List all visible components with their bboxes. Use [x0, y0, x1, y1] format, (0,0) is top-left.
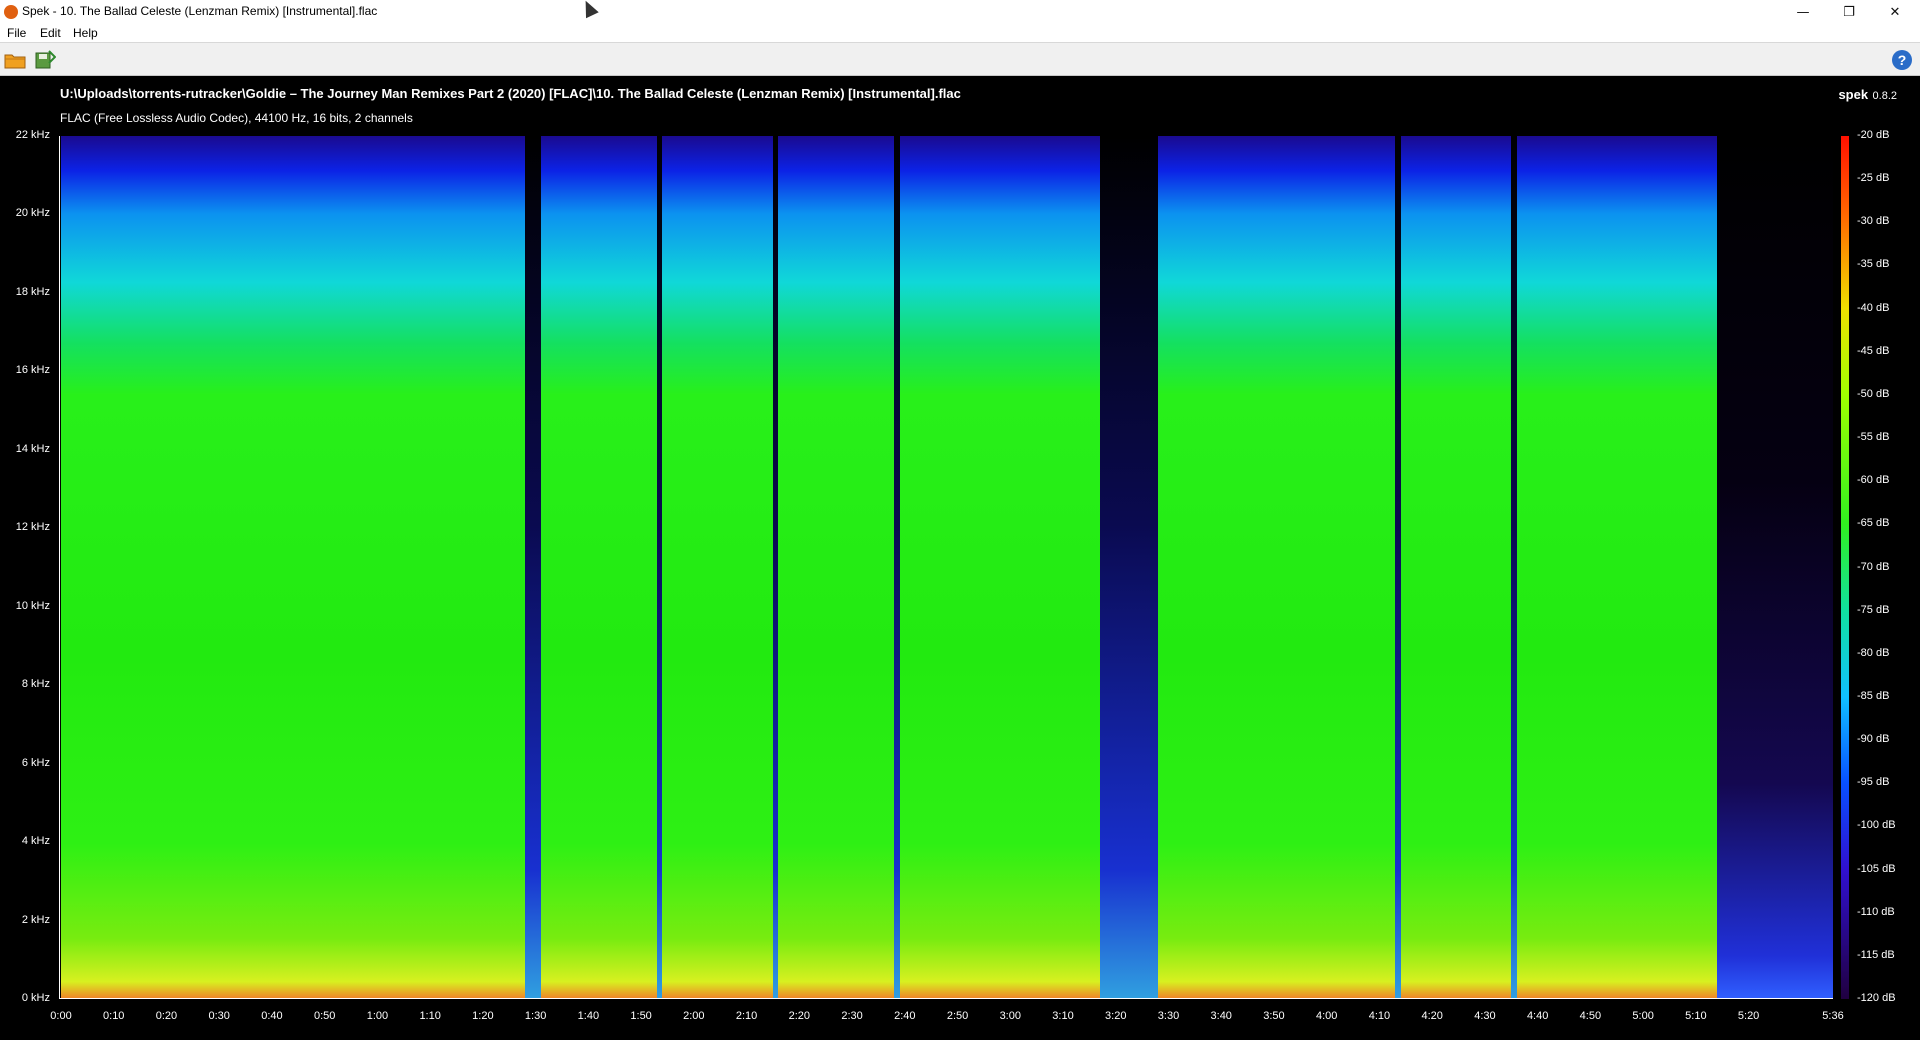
y-tick-label: 8 kHz: [21, 678, 50, 691]
db-tick-label: -115 dB: [1857, 948, 1895, 961]
x-tick-label: 2:40: [894, 1010, 916, 1022]
quiet-gap: [894, 136, 900, 999]
y-tick-label: 6 kHz: [21, 756, 50, 769]
window-title: Spek - 10. The Ballad Celeste (Lenzman R…: [22, 4, 378, 18]
x-tick-label: 0:50: [313, 1010, 336, 1022]
y-tick-label: 0 kHz: [21, 992, 50, 1004]
db-tick-label: -100 dB: [1857, 819, 1896, 832]
x-tick-label: 1:30: [524, 1010, 547, 1022]
menu-help[interactable]: Help: [73, 26, 98, 40]
x-tick-label: 2:10: [735, 1010, 758, 1022]
db-tick-label: -55 dB: [1857, 431, 1890, 444]
menu-edit[interactable]: Edit: [40, 26, 61, 40]
menu-bar: File Edit Help: [0, 24, 1920, 42]
x-tick-label: 5:20: [1737, 1010, 1760, 1022]
db-tick-label: -85 dB: [1857, 689, 1890, 702]
db-tick-label: -30 dB: [1857, 215, 1890, 228]
db-tick-label: -35 dB: [1857, 258, 1890, 271]
y-axis-line: [59, 136, 60, 999]
file-path: U:\Uploads\torrents-rutracker\Goldie – T…: [60, 86, 961, 101]
brand-version: 0.8.2: [1872, 90, 1897, 102]
db-tick-label: -60 dB: [1857, 474, 1890, 487]
title-bar: Spek - 10. The Ballad Celeste (Lenzman R…: [0, 0, 1920, 24]
x-tick-label: 5:10: [1685, 1010, 1707, 1022]
audio-info: FLAC (Free Lossless Audio Codec), 44100 …: [60, 111, 413, 125]
x-tick-label: 3:00: [999, 1010, 1021, 1022]
db-tick-label: -50 dB: [1857, 387, 1890, 400]
db-colorbar: [1841, 136, 1849, 999]
db-tick-label: -20 dB: [1857, 129, 1890, 141]
quiet-gap: [1099, 136, 1158, 999]
db-tick-label: -75 dB: [1857, 603, 1890, 616]
x-tick-label: 5:36: [1822, 1010, 1844, 1022]
quiet-gap: [525, 136, 541, 999]
x-tick-label: 0:30: [208, 1010, 230, 1022]
x-tick-label: 4:30: [1474, 1010, 1496, 1022]
x-tick-label: 4:50: [1579, 1010, 1602, 1022]
x-tick-label: 0:40: [261, 1010, 283, 1022]
x-tick-label: 0:00: [50, 1010, 72, 1022]
x-tick-label: 4:20: [1421, 1010, 1443, 1022]
x-tick-label: 3:10: [1052, 1010, 1074, 1022]
db-tick-label: -80 dB: [1857, 646, 1890, 659]
x-tick-label: 1:10: [419, 1010, 441, 1022]
spek-app-icon: [4, 5, 18, 19]
x-tick-label: 2:30: [841, 1010, 863, 1022]
y-tick-label: 2 kHz: [21, 913, 50, 926]
x-tick-label: 4:40: [1526, 1010, 1549, 1022]
y-tick-label: 22 kHz: [15, 129, 50, 141]
db-tick-label: -90 dB: [1857, 733, 1890, 746]
brand-name: spek: [1838, 87, 1869, 102]
x-tick-label: 5:00: [1632, 1010, 1654, 1022]
spek-brand: spek 0.8.2: [1838, 86, 1897, 104]
quiet-gap: [656, 136, 663, 999]
y-tick-label: 4 kHz: [21, 835, 50, 848]
x-tick-label: 1:40: [577, 1010, 600, 1022]
open-file-icon[interactable]: [4, 50, 26, 70]
menu-file[interactable]: File: [7, 26, 26, 40]
minimize-button[interactable]: —: [1780, 0, 1826, 24]
quiet-gap: [772, 136, 779, 999]
y-tick-label: 14 kHz: [15, 442, 50, 455]
x-tick-label: 3:50: [1263, 1010, 1285, 1022]
spectrogram-plot: [61, 136, 1833, 999]
x-axis-line: [59, 998, 1833, 999]
db-tick-label: -40 dB: [1857, 301, 1890, 314]
x-tick-label: 1:50: [630, 1010, 652, 1022]
db-tick-label: -110 dB: [1857, 905, 1895, 918]
x-tick-label: 3:20: [1105, 1010, 1127, 1022]
y-tick-label: 18 kHz: [15, 285, 50, 298]
x-tick-label: 4:00: [1315, 1010, 1338, 1022]
x-tick-label: 4:10: [1368, 1010, 1391, 1022]
x-tick-label: 2:50: [946, 1010, 969, 1022]
maximize-button[interactable]: ❐: [1826, 0, 1872, 24]
y-tick-label: 20 kHz: [15, 207, 50, 220]
fade-out-region: [1716, 136, 1833, 999]
x-tick-label: 2:00: [683, 1010, 705, 1022]
y-tick-label: 12 kHz: [15, 521, 50, 534]
x-tick-label: 3:40: [1210, 1010, 1232, 1022]
y-tick-label: 16 kHz: [15, 364, 50, 377]
x-tick-label: 1:20: [472, 1010, 494, 1022]
db-tick-label: -105 dB: [1857, 862, 1896, 875]
x-tick-label: 0:20: [155, 1010, 178, 1022]
x-tick-label: 0:10: [103, 1010, 125, 1022]
x-tick-label: 3:30: [1157, 1010, 1180, 1022]
save-icon[interactable]: [34, 50, 56, 70]
x-tick-label: 2:20: [788, 1010, 811, 1022]
db-tick-label: -45 dB: [1857, 344, 1890, 357]
db-tick-label: -95 dB: [1857, 776, 1890, 789]
close-button[interactable]: ✕: [1872, 0, 1918, 24]
db-tick-label: -120 dB: [1857, 992, 1896, 1004]
x-tick-label: 1:00: [366, 1010, 389, 1022]
toolbar: ?: [0, 42, 1920, 76]
help-icon[interactable]: ?: [1892, 50, 1912, 70]
y-tick-label: 10 kHz: [15, 599, 50, 612]
db-tick-label: -65 dB: [1857, 517, 1890, 530]
quiet-gap: [1395, 136, 1401, 999]
db-tick-label: -70 dB: [1857, 560, 1890, 573]
quiet-gap: [1511, 136, 1517, 999]
db-tick-label: -25 dB: [1857, 172, 1890, 185]
